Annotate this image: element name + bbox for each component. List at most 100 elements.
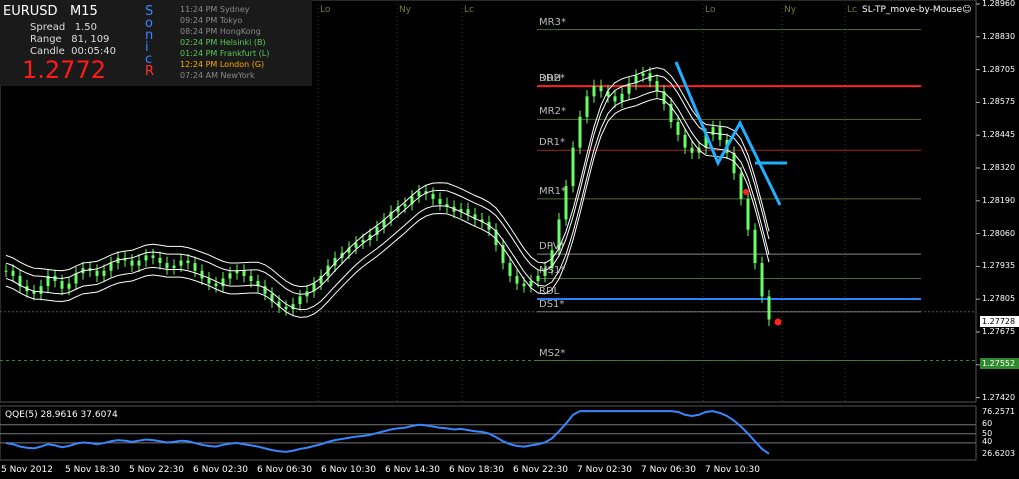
candle-body [207, 278, 211, 284]
price-axis-label: 1.27935 [982, 261, 1016, 271]
range-row: Range 81, 109 [30, 34, 110, 45]
session-row: 09:24 PM Tokyo [180, 16, 243, 25]
time-axis-label: 7 Nov 02:30 [577, 465, 632, 475]
ma-band-line [5, 97, 770, 318]
price-axis-label: 1.28445 [982, 130, 1016, 140]
pivot-label: MR2* [539, 106, 566, 118]
candle-body [746, 198, 750, 230]
session-row: 01:24 PM Frankfurt (L) [180, 49, 270, 58]
symbol-label: EURUSD M15 [3, 4, 98, 19]
price-axis-label: 1.28830 [982, 31, 1016, 41]
qqe-axis-label: 26.6203 [982, 449, 1016, 458]
candle-body [466, 209, 470, 215]
candle-body [4, 270, 8, 272]
candle-body [536, 275, 540, 282]
candle-body [67, 283, 71, 289]
time-axis-label: 5 Nov 18:30 [65, 465, 120, 475]
candle-body [249, 275, 253, 282]
candle-body [60, 281, 64, 289]
signal-dot [743, 189, 749, 195]
price-dot [774, 318, 782, 326]
pivot-label: MR3* [539, 16, 566, 28]
session-row: 08:24 PM HongKong [180, 27, 261, 36]
pivot-label: DR1* [539, 137, 566, 149]
qqe-line [5, 410, 770, 455]
pivot-label: MS2* [539, 347, 566, 359]
candle-body [144, 255, 148, 261]
candle-body [578, 116, 582, 148]
candle-body [39, 286, 43, 294]
candle-body [760, 263, 764, 297]
candle-body [165, 263, 169, 269]
candle-body [592, 86, 596, 97]
session-tag: Lo [320, 5, 331, 15]
session-row: 12:24 PM London (G) [180, 60, 265, 69]
candle-body [515, 275, 519, 284]
session-row: 07:24 AM NewYork [180, 71, 255, 80]
candle-body [403, 204, 407, 207]
candle-body [158, 257, 162, 264]
pivot-label: MS1* [539, 265, 566, 277]
session-tag: Lo [705, 5, 716, 15]
candle-body [102, 270, 106, 276]
candle-body [11, 270, 15, 276]
candle-body [172, 265, 176, 269]
time-axis-label: 6 Nov 22:30 [513, 465, 568, 475]
qqe-axis-label: 76.2571 [982, 407, 1016, 416]
current-price-marker: 1.27728 [980, 316, 1019, 327]
zigzag-line [674, 61, 782, 206]
candle-body [676, 121, 680, 135]
qqe-indicator-label: QQE(5) 28.9616 37.6074 [5, 410, 118, 420]
candle-body [431, 193, 435, 199]
candle-body [599, 86, 603, 92]
session-row: 02:24 PM Helsinki (B) [180, 38, 266, 47]
candle-body [753, 229, 757, 264]
candle-body [767, 296, 771, 320]
time-axis-label: 6 Nov 06:30 [257, 465, 312, 475]
pivot-label: DPV* [539, 241, 565, 253]
candle-body [613, 96, 617, 102]
time-axis-label: 7 Nov 10:30 [705, 465, 760, 475]
price-axis-label: 1.27420 [982, 392, 1016, 402]
candle-body [242, 270, 246, 276]
price-axis-label: 1.28960 [982, 0, 1016, 8]
candle-body [193, 263, 197, 271]
session-row: 11:24 PM Sydney [180, 5, 250, 14]
candle-body [508, 263, 512, 276]
price-axis-label: 1.27805 [982, 294, 1016, 304]
candle-body [655, 80, 659, 92]
candle-body [522, 283, 526, 287]
pivot-label: RDL [539, 285, 560, 297]
candle-body [438, 198, 442, 205]
current-price: 1.2772 [22, 56, 106, 84]
time-axis-label: 5 Nov 22:30 [129, 465, 184, 475]
session-tag: Lc [847, 5, 857, 15]
pivot-label: RDH [539, 73, 562, 85]
target-price-marker: 1.27552 [980, 358, 1019, 369]
candle-body [186, 260, 190, 264]
time-axis-label: 5 Nov 2012 [1, 465, 53, 475]
time-axis-label: 6 Nov 18:30 [449, 465, 504, 475]
candle-body [95, 270, 99, 276]
candle-body [620, 93, 624, 102]
candle-body [739, 173, 743, 199]
candle-body [417, 191, 421, 197]
ma-band-line [5, 90, 770, 311]
time-axis-label: 7 Nov 06:30 [641, 465, 696, 475]
time-axis-label: 6 Nov 14:30 [385, 465, 440, 475]
session-tag: Ny [399, 5, 412, 15]
candle-body [109, 263, 113, 271]
candle-body [571, 147, 575, 187]
sonic-letter: R [145, 64, 155, 79]
price-axis-label: 1.28320 [982, 163, 1016, 172]
candle-body [151, 255, 155, 258]
candle-body [228, 273, 232, 279]
candle-body [683, 134, 687, 148]
qqe-axis-label: 40 [982, 437, 993, 446]
price-axis-label: 1.28705 [982, 64, 1016, 74]
candle-body [137, 260, 141, 266]
candle-body [641, 73, 645, 76]
sl-tp-tool-label[interactable]: SL-TP_move-by-Mouse☺ [862, 5, 972, 15]
candle-body [284, 306, 288, 310]
time-axis-label: 6 Nov 02:30 [193, 465, 248, 475]
